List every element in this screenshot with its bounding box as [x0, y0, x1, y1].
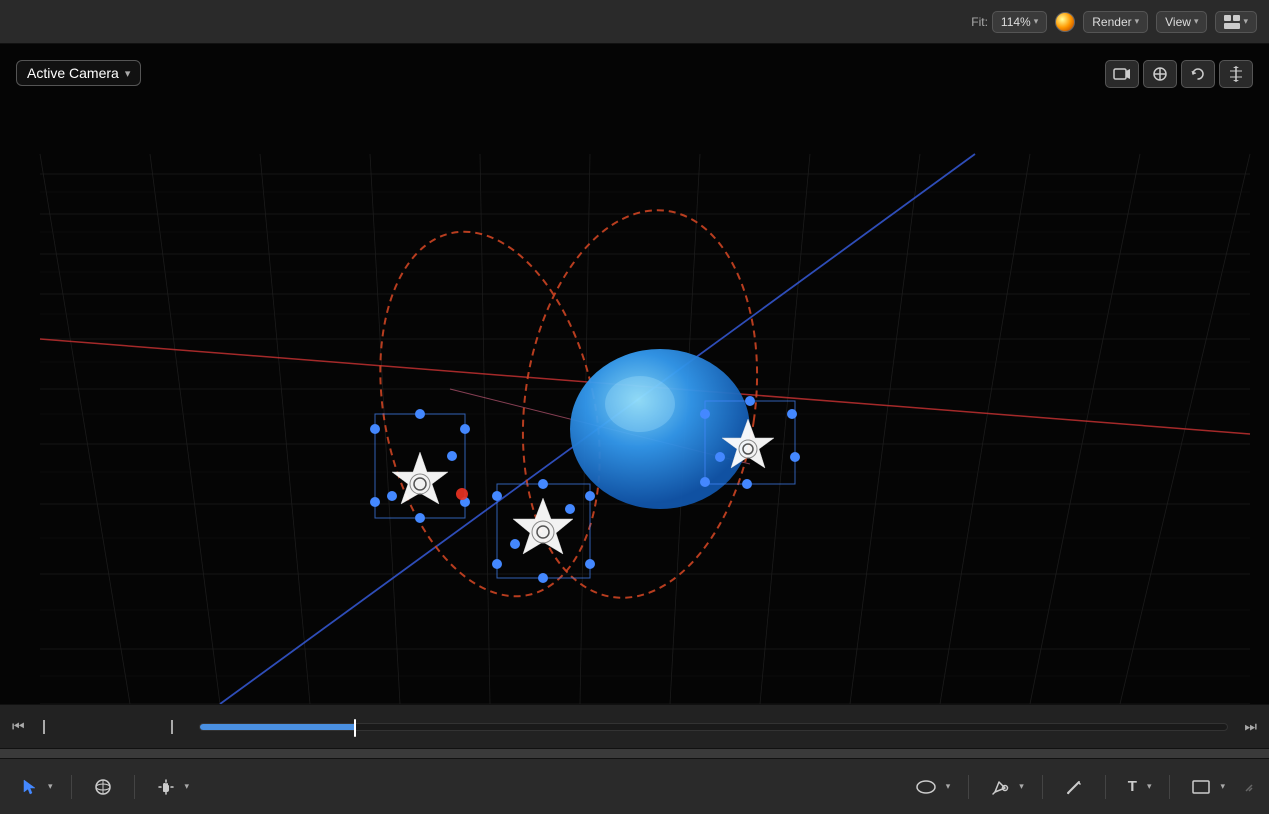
layout-dropdown[interactable]: ▾ — [1215, 11, 1257, 33]
top-toolbar: Fit: 114% ▾ Render ▾ View ▾ ▾ — [0, 0, 1269, 44]
timeline-bar: ⏮ ⏭ — [0, 704, 1269, 748]
separator-5 — [1105, 775, 1106, 799]
rect-tool-group: ▾ — [1186, 776, 1227, 798]
camera-label-text: Active Camera — [27, 65, 119, 81]
overlay-button[interactable] — [1219, 60, 1253, 88]
separator-1 — [71, 775, 72, 799]
timeline-end-button[interactable]: ⏭ — [1240, 716, 1261, 737]
chevron-down-icon: ▾ — [1034, 16, 1039, 27]
orbit-tool-button[interactable] — [88, 774, 118, 800]
select-tool-dropdown[interactable]: ▾ — [46, 777, 55, 796]
render-dropdown[interactable]: Render ▾ — [1083, 11, 1148, 33]
fit-group: Fit: 114% ▾ — [971, 11, 1047, 33]
pen-tool-button[interactable] — [985, 774, 1015, 800]
viewport[interactable]: Active Camera ▾ — [0, 44, 1269, 704]
separator-3 — [968, 775, 969, 799]
chevron-down-icon: ▾ — [1135, 16, 1140, 27]
fit-dropdown[interactable]: 114% ▾ — [992, 11, 1047, 33]
separator-4 — [1042, 775, 1043, 799]
pan-tool-group: ▾ — [151, 774, 192, 800]
timeline-start-button[interactable]: ⏮ — [8, 716, 29, 737]
rect-chevron-icon: ▾ — [1220, 781, 1225, 792]
timeline-marker-mid — [171, 720, 179, 734]
timeline-track[interactable] — [199, 723, 1229, 731]
transform-button[interactable] — [1143, 60, 1177, 88]
text-chevron-icon: ▾ — [1147, 781, 1152, 792]
select-tool-group: ▾ — [16, 775, 55, 799]
shape-tool-dropdown[interactable]: ▾ — [944, 777, 953, 796]
text-tool-button[interactable]: T — [1122, 774, 1143, 799]
view-dropdown[interactable]: View ▾ — [1156, 11, 1207, 33]
scrollbar-thumb[interactable] — [0, 749, 1269, 758]
shape-tool-button[interactable] — [910, 776, 942, 798]
timeline-playhead[interactable] — [354, 719, 356, 737]
pen-tool-group: ▾ — [985, 774, 1026, 800]
color-sphere[interactable] — [1055, 12, 1075, 32]
camera-chevron-icon: ▾ — [125, 67, 131, 80]
timeline-marker-start — [43, 720, 51, 734]
scrollbar-area[interactable] — [0, 748, 1269, 758]
expand-icon[interactable] — [1239, 778, 1253, 795]
separator-6 — [1169, 775, 1170, 799]
reset-button[interactable] — [1181, 60, 1215, 88]
chevron-down-icon: ▾ — [1243, 16, 1248, 27]
pen-chevron-icon: ▾ — [1019, 781, 1024, 792]
viewport-controls — [1105, 60, 1253, 88]
text-tool-icon: T — [1128, 778, 1137, 795]
scene-svg — [0, 44, 1269, 704]
shape-chevron-icon: ▾ — [946, 781, 951, 792]
pencil-tool-button[interactable] — [1059, 774, 1089, 800]
separator-2 — [134, 775, 135, 799]
pan-chevron-icon: ▾ — [185, 781, 190, 792]
camera-view-button[interactable] — [1105, 60, 1139, 88]
timeline-markers — [43, 720, 179, 734]
shape-tool-group: ▾ — [910, 776, 953, 798]
text-tool-group: T ▾ — [1122, 774, 1154, 799]
select-tool-button[interactable] — [16, 775, 44, 799]
select-chevron-icon: ▾ — [48, 781, 53, 792]
pen-tool-dropdown[interactable]: ▾ — [1017, 777, 1026, 796]
chevron-down-icon: ▾ — [1194, 16, 1199, 27]
text-tool-dropdown[interactable]: ▾ — [1145, 777, 1154, 796]
rect-tool-button[interactable] — [1186, 776, 1216, 798]
pan-tool-dropdown[interactable]: ▾ — [183, 777, 192, 796]
timeline-fill — [200, 724, 354, 730]
camera-dropdown[interactable]: Active Camera ▾ — [16, 60, 141, 86]
rect-tool-dropdown[interactable]: ▾ — [1218, 777, 1227, 796]
bottom-toolbar: ▾ ▾ ▾ — [0, 758, 1269, 814]
anchor-point-left — [456, 488, 468, 500]
pan-tool-button[interactable] — [151, 774, 181, 800]
fit-label: Fit: — [971, 15, 988, 29]
